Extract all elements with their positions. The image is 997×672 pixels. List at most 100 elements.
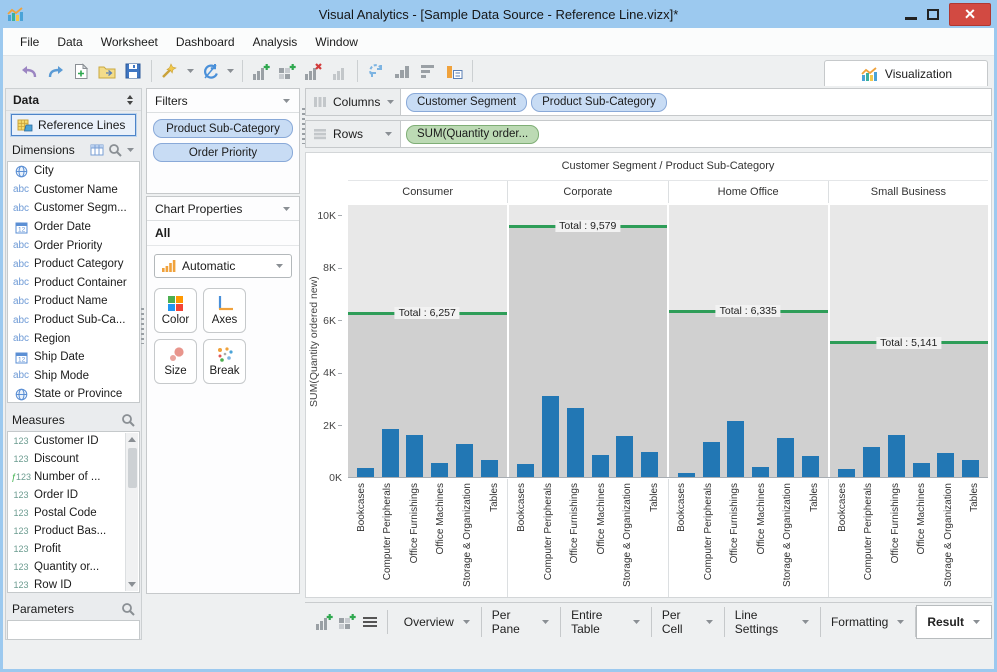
row-pill[interactable]: SUM(Quantity order...	[406, 124, 540, 144]
measure-item[interactable]: ƒ123 Number of ...	[8, 468, 139, 486]
bar[interactable]	[406, 435, 424, 477]
tab-per-cell[interactable]: Per Cell	[652, 606, 725, 637]
data-wand-icon[interactable]	[158, 60, 182, 82]
tab-result[interactable]: Result	[916, 604, 993, 639]
menu-item-window[interactable]: Window	[306, 35, 367, 49]
scroll-up-icon[interactable]	[126, 433, 139, 446]
add-dashboard-icon[interactable]	[336, 610, 359, 634]
dimension-item[interactable]: 12 Order Date	[8, 218, 139, 237]
measure-item[interactable]: 123 Order ID	[8, 486, 139, 504]
swap-axes-icon[interactable]	[364, 60, 388, 82]
measure-item[interactable]: 123 Postal Code	[8, 504, 139, 522]
bar[interactable]	[431, 462, 449, 477]
tab-formatting[interactable]: Formatting	[821, 606, 917, 637]
bar[interactable]	[702, 442, 720, 477]
dimension-item[interactable]: State or Province	[8, 385, 139, 404]
sort-rows-icon[interactable]	[416, 60, 440, 82]
menu-item-worksheet[interactable]: Worksheet	[92, 35, 167, 49]
sort-updown-icon[interactable]	[126, 94, 134, 106]
reference-line-label[interactable]: Total : 6,257	[394, 307, 460, 320]
add-crosstab-icon[interactable]	[275, 60, 299, 82]
chevron-down-icon[interactable]	[126, 147, 135, 153]
menu-item-dashboard[interactable]: Dashboard	[167, 35, 244, 49]
tab-per-pane[interactable]: Per Pane	[482, 606, 562, 637]
bar[interactable]	[517, 464, 535, 477]
reference-line-label[interactable]: Total : 6,335	[715, 305, 781, 318]
chevron-down-icon[interactable]	[282, 206, 291, 212]
bar[interactable]	[937, 452, 955, 477]
new-file-icon[interactable]	[69, 60, 93, 82]
search-icon[interactable]	[108, 143, 122, 157]
bar[interactable]	[838, 469, 856, 477]
refresh-icon[interactable]	[198, 60, 222, 82]
column-pill[interactable]: Customer Segment	[406, 92, 528, 112]
scrollbar[interactable]	[125, 433, 138, 591]
bar[interactable]	[566, 407, 584, 477]
bar[interactable]	[752, 466, 770, 477]
bar[interactable]	[863, 446, 881, 477]
dimension-item[interactable]: abc Region	[8, 329, 139, 348]
dimension-item[interactable]: abc Product Sub-Ca...	[8, 311, 139, 330]
measure-item[interactable]: 123 Product Bas...	[8, 522, 139, 540]
dimension-item[interactable]: abc Product Name	[8, 292, 139, 311]
tab-line-settings[interactable]: Line Settings	[725, 606, 821, 637]
bar[interactable]	[727, 420, 745, 477]
undo-icon[interactable]	[17, 60, 41, 82]
menu-item-file[interactable]: File	[11, 35, 48, 49]
dimension-item[interactable]: abc Order Priority	[8, 236, 139, 255]
tab-overview[interactable]: Overview	[394, 606, 482, 637]
bar[interactable]	[641, 452, 659, 477]
add-sheet-icon[interactable]	[313, 610, 336, 634]
dimension-item[interactable]: abc Product Container	[8, 274, 139, 293]
measure-item[interactable]: 123 Customer ID	[8, 432, 139, 450]
close-button[interactable]	[949, 2, 991, 26]
bar[interactable]	[455, 444, 473, 477]
reference-line-label[interactable]: Total : 9,579	[555, 220, 621, 233]
rows-shelf[interactable]: SUM(Quantity order...	[401, 121, 544, 147]
redo-icon[interactable]	[43, 60, 67, 82]
panel-splitter[interactable]	[141, 308, 144, 344]
dimension-item[interactable]: 12 Ship Date	[8, 348, 139, 367]
scrollbar-thumb[interactable]	[127, 448, 137, 488]
bar[interactable]	[677, 472, 695, 477]
dropdown-chevron-icon[interactable]	[184, 68, 196, 74]
chevron-down-icon[interactable]	[282, 98, 291, 104]
chart-prop-axes-button[interactable]: Axes	[203, 288, 246, 333]
list-icon[interactable]	[358, 610, 381, 634]
filter-pill[interactable]: Order Priority	[153, 143, 293, 162]
rows-shelf-label[interactable]: Rows	[306, 121, 401, 147]
save-icon[interactable]	[121, 60, 145, 82]
filter-pill[interactable]: Product Sub-Category	[153, 119, 293, 138]
bar[interactable]	[381, 428, 399, 477]
bar[interactable]	[887, 434, 905, 477]
bar[interactable]	[616, 436, 634, 477]
tab-entire-table[interactable]: Entire Table	[561, 606, 652, 637]
column-pill[interactable]: Product Sub-Category	[531, 92, 667, 112]
bar[interactable]	[962, 460, 980, 477]
bar[interactable]	[591, 454, 609, 477]
chart-prop-size-button[interactable]: Size	[154, 339, 197, 384]
measure-item[interactable]: 123 Discount	[8, 450, 139, 468]
table-icon[interactable]	[90, 144, 104, 156]
maximize-button[interactable]	[927, 8, 939, 20]
remove-chart-icon[interactable]	[301, 60, 325, 82]
bar[interactable]	[776, 437, 794, 477]
bar[interactable]	[542, 395, 560, 477]
chart-disabled-icon[interactable]	[327, 60, 351, 82]
bar[interactable]	[480, 459, 498, 477]
columns-shelf-label[interactable]: Columns	[306, 89, 401, 115]
bar[interactable]	[801, 456, 819, 477]
reference-line-label[interactable]: Total : 5,141	[876, 336, 942, 349]
dimension-item[interactable]: abc Ship Mode	[8, 367, 139, 386]
menu-item-data[interactable]: Data	[48, 35, 91, 49]
open-folder-icon[interactable]	[95, 60, 119, 82]
add-chart-icon[interactable]	[249, 60, 273, 82]
sort-bars-icon[interactable]	[390, 60, 414, 82]
measure-item[interactable]: 123 Row ID	[8, 576, 139, 594]
search-icon[interactable]	[121, 602, 135, 616]
chart-prop-break-button[interactable]: Break	[203, 339, 246, 384]
measure-item[interactable]: 123 Quantity or...	[8, 558, 139, 576]
parameters-list[interactable]	[7, 620, 140, 640]
chart-prop-color-button[interactable]: Color	[154, 288, 197, 333]
bar[interactable]	[912, 463, 930, 477]
